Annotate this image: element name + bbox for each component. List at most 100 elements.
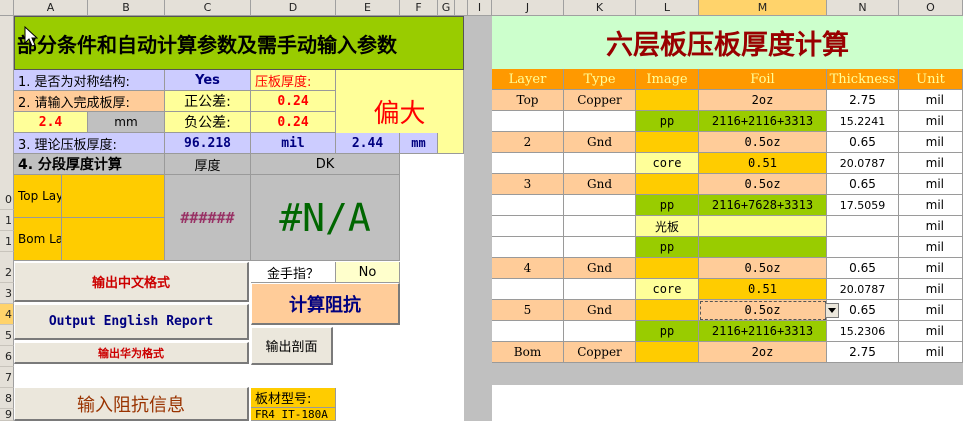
stackup-cell-image[interactable] <box>636 342 699 363</box>
stackup-cell-foil[interactable]: 0.5oz <box>699 300 827 321</box>
row-header[interactable]: 8 <box>0 388 14 409</box>
stackup-cell-image[interactable] <box>636 132 699 153</box>
dk-column-label: DK <box>251 154 400 175</box>
stackup-cell-type <box>564 153 636 174</box>
stackup-cell-foil[interactable]: 2oz <box>699 342 827 363</box>
stackup-cell-foil[interactable] <box>699 216 827 237</box>
output-section-button[interactable]: 输出剖面 <box>251 327 333 365</box>
stackup-cell-image[interactable]: pp <box>636 195 699 216</box>
stackup-cell-unit: mil <box>899 153 963 174</box>
column-header-g[interactable]: G <box>438 0 455 16</box>
column-header-l[interactable]: L <box>636 0 699 16</box>
output-huawei-button[interactable]: 输出华为格式 <box>14 342 249 364</box>
stackup-cell-type <box>564 237 636 258</box>
row-header[interactable]: 1 <box>0 210 14 231</box>
bom-layer-cell[interactable] <box>62 218 165 261</box>
output-english-button[interactable]: Output English Report <box>14 304 249 340</box>
stackup-cell-image[interactable] <box>636 300 699 321</box>
stackup-cell-foil[interactable] <box>699 237 827 258</box>
stackup-cell-layer: 5 <box>492 300 564 321</box>
stackup-cell-unit: mil <box>899 342 963 363</box>
chevron-down-icon[interactable] <box>825 303 839 318</box>
top-layer-cell[interactable] <box>62 175 165 218</box>
column-header-m[interactable]: M <box>699 0 827 16</box>
row-header[interactable]: 6 <box>0 346 14 367</box>
stackup-cell-thickness: 0.65 <box>827 174 899 195</box>
stackup-cell-foil[interactable]: 0.5oz <box>699 132 827 153</box>
row-header[interactable]: 7 <box>0 367 14 388</box>
row-header[interactable]: 2 <box>0 262 14 283</box>
stackup-header-image: Image <box>636 69 699 90</box>
stackup-cell-foil[interactable]: 2116+2116+3313 <box>699 111 827 132</box>
board-thickness-input[interactable]: 2.4 <box>14 112 88 133</box>
output-chinese-button[interactable]: 输出中文格式 <box>14 262 249 302</box>
stackup-cell-unit: mil <box>899 132 963 153</box>
symmetric-value[interactable]: Yes <box>165 70 251 91</box>
stackup-header-type: Type <box>564 69 636 90</box>
select-all-corner[interactable] <box>0 0 14 16</box>
stackup-cell-image[interactable]: pp <box>636 237 699 258</box>
stackup-cell-layer <box>492 216 564 237</box>
stackup-cell-image[interactable]: 光板 <box>636 216 699 237</box>
column-header-k[interactable]: K <box>564 0 636 16</box>
column-header-d[interactable]: D <box>251 0 336 16</box>
row-header[interactable]: 5 <box>0 325 14 346</box>
stackup-cell-thickness: 20.0787 <box>827 153 899 174</box>
stackup-cell-type: Gnd <box>564 132 636 153</box>
column-header-a[interactable]: A <box>14 0 88 16</box>
row-header[interactable]: 0 <box>0 189 14 210</box>
column-header-o[interactable]: O <box>899 0 963 16</box>
right-panel-bottom-area <box>492 385 963 421</box>
stackup-cell-image[interactable] <box>636 174 699 195</box>
stackup-cell-type <box>564 321 636 342</box>
stackup-cell-unit: mil <box>899 174 963 195</box>
column-header-h[interactable] <box>455 0 468 16</box>
row-header[interactable]: 3 <box>0 283 14 304</box>
gold-finger-value[interactable]: No <box>336 262 400 283</box>
thickness-hash-value: ###### <box>165 175 251 261</box>
right-panel-title: 六层板压板厚度计算 <box>492 16 963 69</box>
stackup-header-unit: Unit <box>899 69 963 90</box>
stackup-cell-layer <box>492 321 564 342</box>
column-header-n[interactable]: N <box>827 0 899 16</box>
stackup-cell-image[interactable]: pp <box>636 111 699 132</box>
stackup-cell-foil[interactable]: 2116+2116+3313 <box>699 321 827 342</box>
column-header-f[interactable]: F <box>400 0 438 16</box>
stackup-cell-layer: 4 <box>492 258 564 279</box>
stackup-cell-foil[interactable]: 0.5oz <box>699 174 827 195</box>
stackup-header-thickness: Thickness <box>827 69 899 90</box>
column-header-c[interactable]: C <box>165 0 251 16</box>
stackup-cell-image[interactable]: core <box>636 279 699 300</box>
row-header[interactable]: 4 <box>0 304 14 325</box>
column-header-e[interactable]: E <box>336 0 400 16</box>
board-model-value[interactable]: FR4 IT-180A <box>251 408 336 421</box>
stackup-cell-unit: mil <box>899 279 963 300</box>
row-header[interactable]: 9 <box>0 408 14 421</box>
pos-tolerance-value[interactable]: 0.24 <box>251 91 336 112</box>
column-header-i[interactable]: I <box>468 0 492 16</box>
stackup-cell-thickness: 2.75 <box>827 342 899 363</box>
stackup-cell-foil[interactable]: 0.51 <box>699 279 827 300</box>
finished-thickness-label: 2. 请输入完成板厚: <box>14 91 165 112</box>
stackup-cell-image[interactable]: pp <box>636 321 699 342</box>
stackup-cell-type: Copper <box>564 342 636 363</box>
stackup-cell-foil[interactable]: 2116+7628+3313 <box>699 195 827 216</box>
calc-impedance-button[interactable]: 计算阻抗 <box>251 283 400 325</box>
row-header[interactable]: 1 <box>0 231 14 252</box>
column-header-b[interactable]: B <box>88 0 165 16</box>
column-header-j[interactable]: J <box>492 0 564 16</box>
stackup-cell-layer: 2 <box>492 132 564 153</box>
stackup-cell-image[interactable]: core <box>636 153 699 174</box>
input-impedance-button[interactable]: 输入阻抗信息 <box>14 387 249 421</box>
stackup-cell-unit: mil <box>899 237 963 258</box>
stackup-cell-image[interactable] <box>636 258 699 279</box>
stackup-cell-image[interactable] <box>636 90 699 111</box>
theory-thickness-unit: mil <box>251 133 336 154</box>
stackup-cell-layer <box>492 111 564 132</box>
stackup-cell-unit: mil <box>899 258 963 279</box>
neg-tolerance-value[interactable]: 0.24 <box>251 112 336 133</box>
stackup-cell-foil[interactable]: 0.5oz <box>699 258 827 279</box>
gold-finger-label: 金手指？ <box>251 262 336 283</box>
stackup-cell-foil[interactable]: 0.51 <box>699 153 827 174</box>
stackup-cell-foil[interactable]: 2oz <box>699 90 827 111</box>
